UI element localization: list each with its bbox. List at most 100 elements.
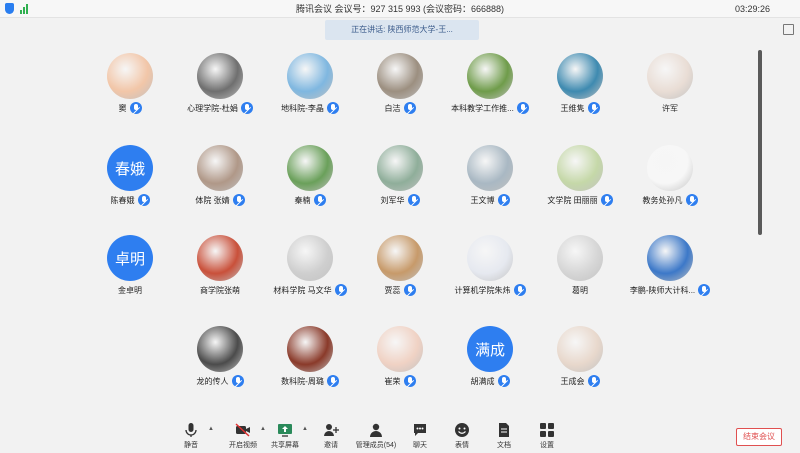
participant-grid: 窦 心理学院-杜娟 地科院-李晶 白洁 本科教学工作推... 王维隽 许军春娥陈春娥 体院 张…	[0, 0, 800, 400]
participant-avatar	[377, 53, 423, 99]
participant-name: 刘军华	[380, 195, 405, 205]
chat-label: 聊天	[413, 442, 427, 449]
microphone-muted-icon	[685, 194, 698, 206]
participant-tile[interactable]: 许军	[620, 53, 720, 119]
microphone-muted-icon	[698, 284, 711, 296]
participant-avatar	[557, 235, 603, 281]
document-icon	[496, 422, 512, 438]
microphone-icon	[183, 422, 199, 438]
chat-icon	[412, 422, 428, 438]
participant-name: 体院 张婧	[195, 195, 230, 205]
participant-name: 金卓明	[118, 285, 142, 295]
members-icon	[368, 422, 384, 438]
participant-avatar: 春娥	[107, 145, 153, 191]
participant-name: 葛明	[572, 285, 588, 295]
participant-name: 陈春娥	[110, 195, 135, 205]
documents-label: 文档	[497, 442, 511, 449]
participant-avatar	[557, 53, 603, 99]
end-meeting-button[interactable]: 结束会议	[736, 428, 782, 446]
microphone-muted-icon	[231, 375, 244, 387]
participant-avatar	[197, 235, 243, 281]
microphone-muted-icon	[497, 194, 510, 206]
participant-avatar	[377, 326, 423, 372]
participant-avatar: 卓明	[107, 235, 153, 281]
invite-user-icon	[323, 422, 339, 438]
participant-tile[interactable]: 王成会	[530, 326, 630, 392]
participant-avatar	[467, 235, 513, 281]
microphone-muted-icon	[137, 194, 150, 206]
participant-avatar	[377, 235, 423, 281]
mute-options-caret-icon[interactable]: ▲	[208, 426, 214, 432]
microphone-muted-icon	[587, 375, 600, 387]
participant-avatar	[647, 235, 693, 281]
microphone-muted-icon	[497, 375, 510, 387]
participant-tile[interactable]: 教务处孙凡	[620, 145, 720, 211]
participant-name: 王成会	[560, 376, 585, 386]
invite-label: 邀请	[324, 442, 338, 449]
participant-name: 数科院-周璐	[281, 376, 324, 386]
participant-avatar	[107, 53, 153, 99]
participant-avatar	[557, 326, 603, 372]
participant-tile[interactable]: 李鹏-陕师大计科...	[620, 235, 720, 301]
participant-avatar	[467, 145, 513, 191]
microphone-muted-icon	[403, 284, 416, 296]
manage-members-label: 管理成员(54)	[355, 442, 397, 449]
participant-avatar	[197, 145, 243, 191]
mute-label: 静音	[184, 442, 198, 449]
participant-name: 计算机学院朱炜	[454, 285, 511, 295]
participant-name: 王维隽	[560, 103, 585, 113]
microphone-muted-icon	[313, 194, 326, 206]
grid-scrollbar[interactable]	[758, 50, 762, 235]
participant-name: 本科教学工作推...	[451, 103, 514, 113]
participant-avatar	[557, 145, 603, 191]
microphone-muted-icon	[587, 102, 600, 114]
microphone-muted-icon	[403, 102, 416, 114]
participant-name: 许军	[662, 103, 678, 113]
participant-name: 商学院张萌	[200, 285, 240, 295]
microphone-muted-icon	[232, 194, 245, 206]
participant-avatar	[377, 145, 423, 191]
participant-name: 白洁	[384, 103, 401, 113]
participant-name: 窦	[118, 103, 127, 113]
participant-name: 教务处孙凡	[642, 195, 683, 205]
video-label: 开启视频	[229, 442, 257, 449]
participant-avatar	[287, 326, 333, 372]
participant-avatar: 满成	[467, 326, 513, 372]
meeting-toolbar: 静音 ▲ 开启视频 ▲ 共享屏幕 ▲ 邀请 管理成员(54) 聊天 表情 文档 …	[0, 418, 800, 453]
share-screen-icon	[277, 422, 293, 438]
participant-avatar	[287, 53, 333, 99]
participant-name: 秦楠	[294, 195, 311, 205]
participant-name: 材料学院 马文华	[273, 285, 332, 295]
emoji-icon	[454, 422, 470, 438]
share-screen-label: 共享屏幕	[271, 442, 299, 449]
camera-off-icon	[235, 422, 251, 438]
settings-grid-icon	[539, 422, 555, 438]
participant-avatar	[287, 235, 333, 281]
participant-name: 崔荣	[384, 376, 401, 386]
microphone-muted-icon	[326, 375, 339, 387]
participant-name: 贾蕊	[384, 285, 401, 295]
participant-name-row: 王成会	[520, 374, 640, 388]
reactions-label: 表情	[455, 442, 469, 449]
microphone-muted-icon	[129, 102, 142, 114]
participant-name: 胡满成	[470, 376, 495, 386]
microphone-muted-icon	[403, 375, 416, 387]
participant-avatar	[467, 53, 513, 99]
participant-name: 地科院-李晶	[281, 103, 324, 113]
participant-name: 王文博	[470, 195, 495, 205]
participant-avatar	[647, 145, 693, 191]
participant-avatar	[197, 53, 243, 99]
participant-name-row: 李鹏-陕师大计科...	[610, 283, 730, 297]
participant-avatar	[287, 145, 333, 191]
participant-name-row: 许军	[610, 101, 730, 115]
participant-name: 文学院 田丽丽	[547, 195, 598, 205]
participant-avatar	[647, 53, 693, 99]
participant-name: 李鹏-陕师大计科...	[629, 285, 696, 295]
participant-avatar	[197, 326, 243, 372]
participant-name: 心理学院-杜娟	[187, 103, 238, 113]
settings-button[interactable]: 设置	[522, 422, 572, 450]
settings-label: 设置	[540, 442, 554, 449]
participant-name: 龙的传人	[196, 376, 229, 386]
microphone-muted-icon	[407, 194, 420, 206]
participant-name-row: 教务处孙凡	[610, 193, 730, 207]
